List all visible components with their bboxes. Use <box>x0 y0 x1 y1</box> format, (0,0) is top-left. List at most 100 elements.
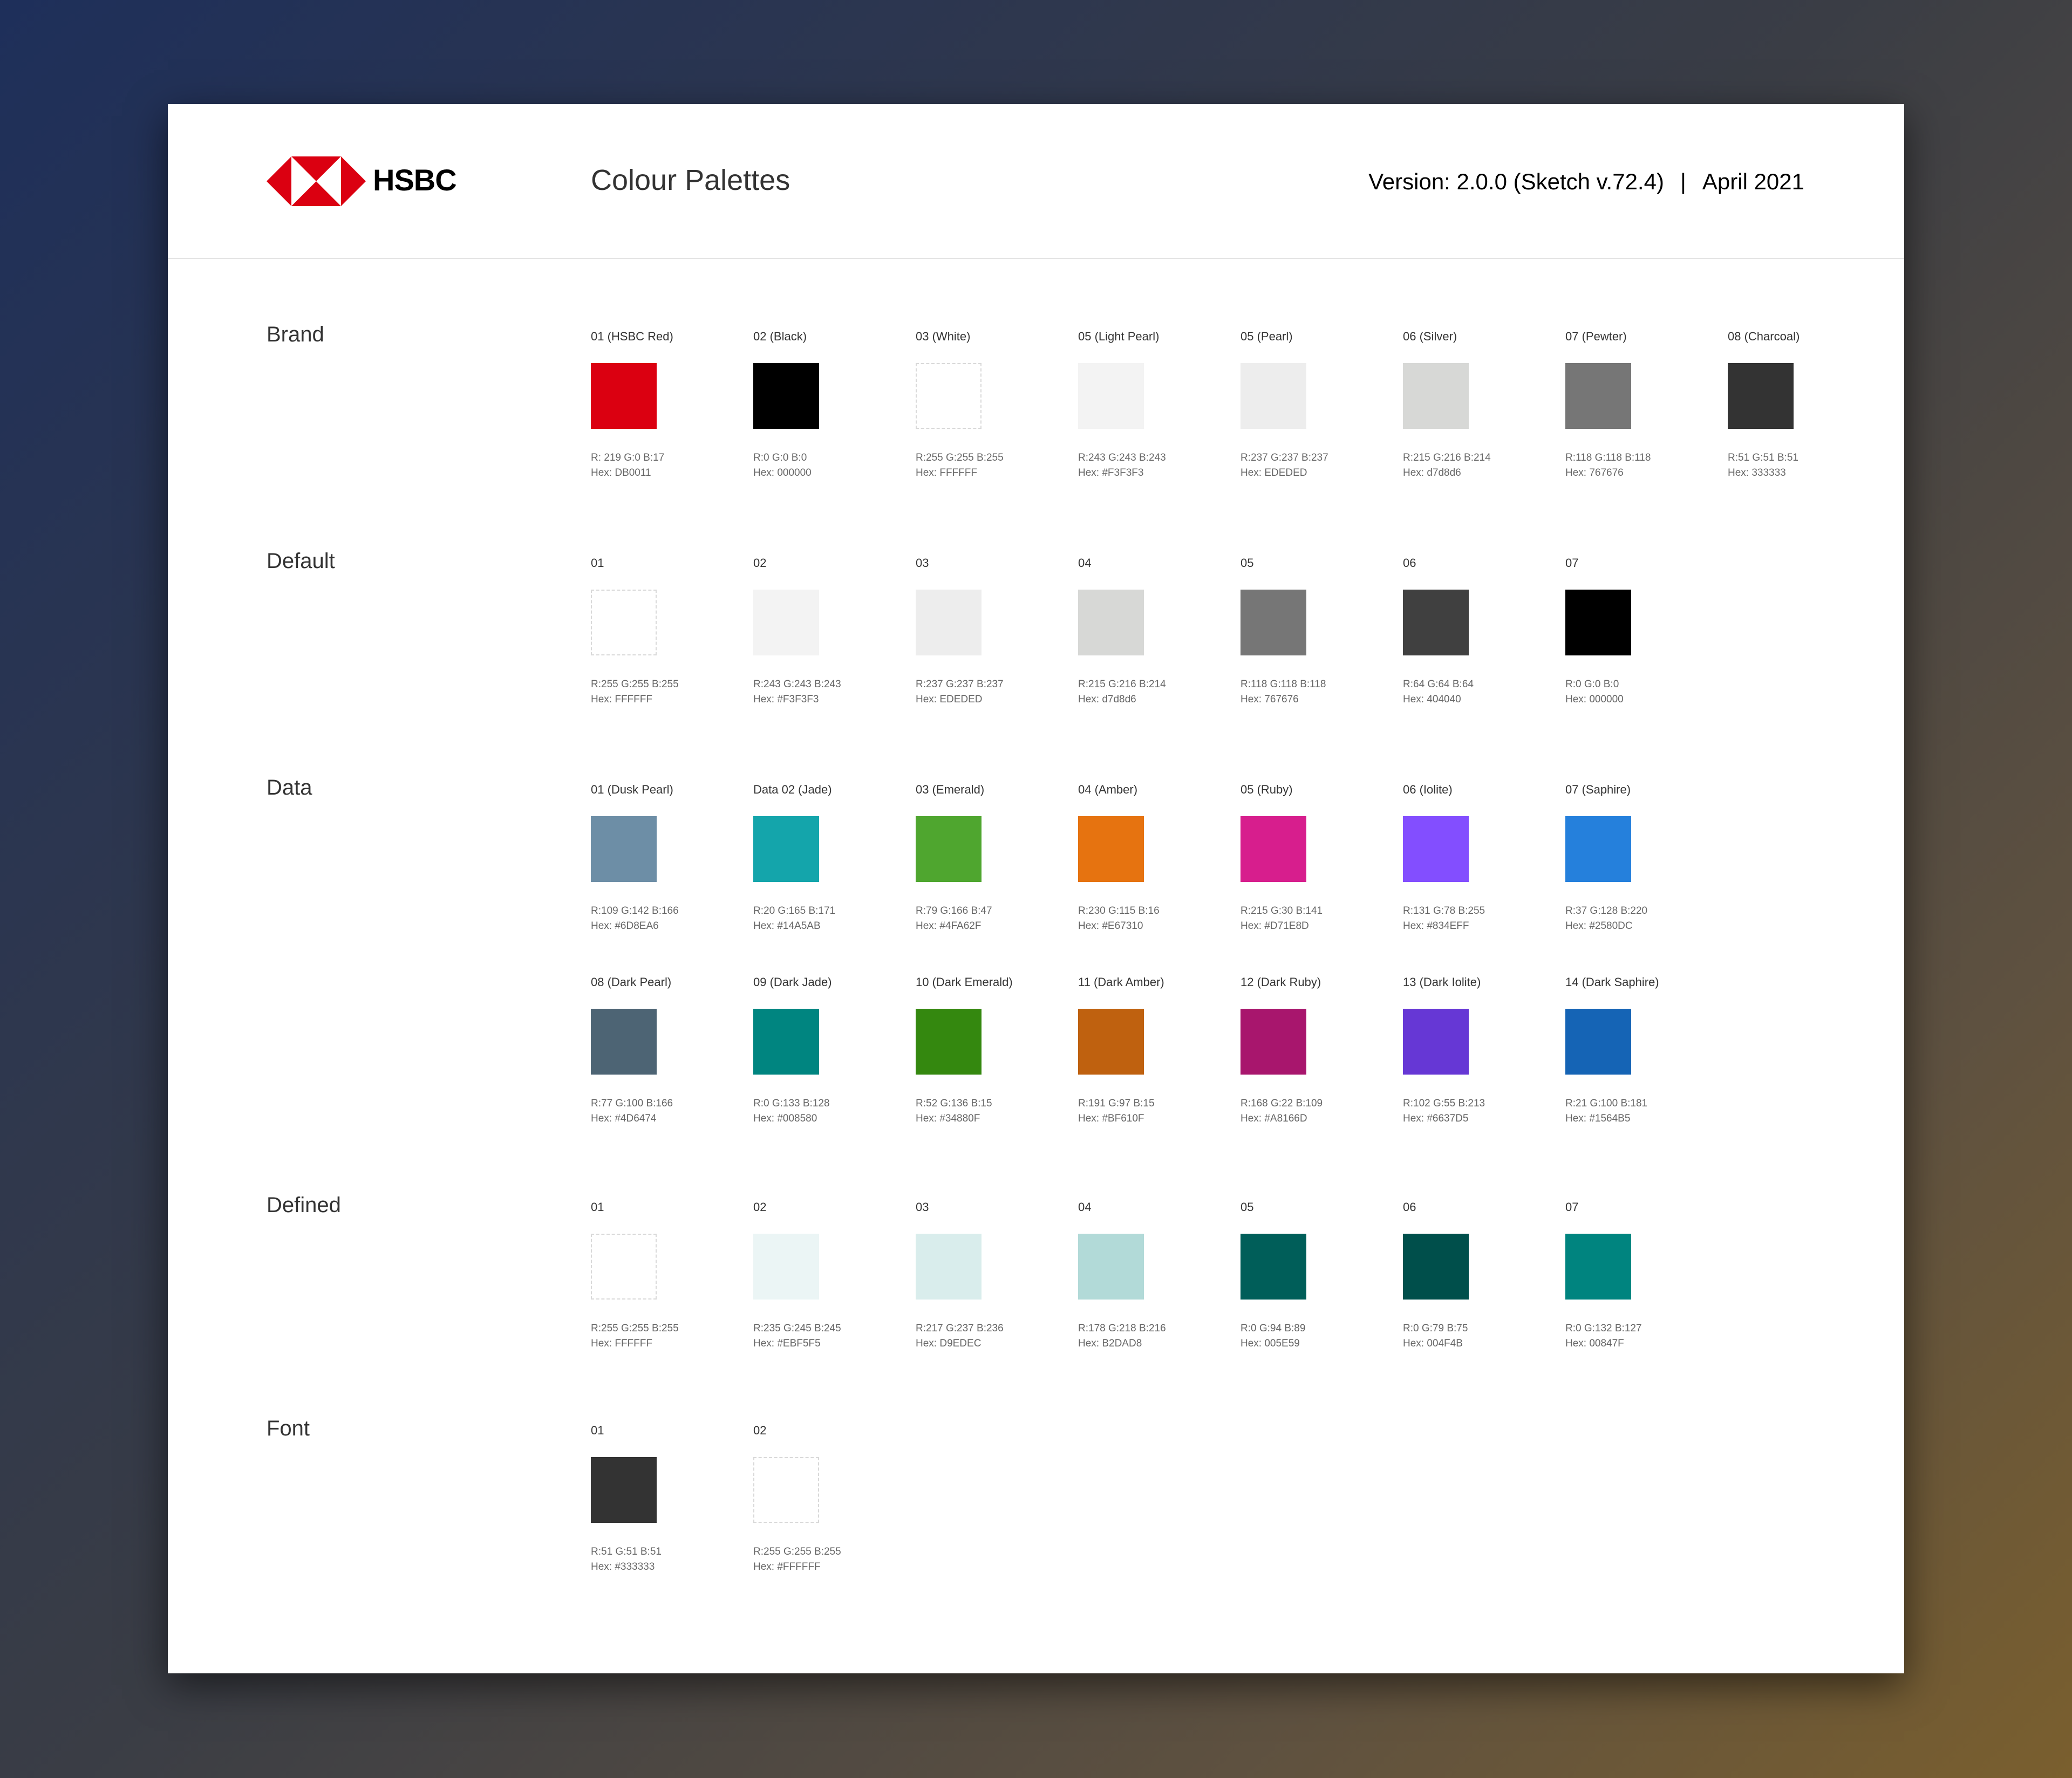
swatch-rgb-value: R:237 G:237 B:237 <box>916 679 1004 690</box>
swatch-hex-value: Hex: #E67310 <box>1078 920 1143 932</box>
swatch-color-box <box>591 1009 657 1075</box>
swatch-rgb-value: R:217 G:237 B:236 <box>916 1323 1004 1334</box>
swatch-name: 07 (Pewter) <box>1565 330 1627 343</box>
swatch-rgb-value: R:235 G:245 B:245 <box>753 1323 841 1334</box>
swatch-rgb-value: R:237 G:237 B:237 <box>1241 452 1328 463</box>
swatch-color-box <box>1403 816 1469 882</box>
swatch-hex-value: Hex: 767676 <box>1565 467 1624 478</box>
swatch-rgb-value: R:168 G:22 B:109 <box>1241 1098 1323 1109</box>
swatch-name: 06 <box>1403 556 1416 570</box>
swatch-color-box <box>916 590 982 655</box>
swatch-color-box <box>1565 1234 1631 1300</box>
swatch-rgb-value: R:255 G:255 B:255 <box>591 1323 679 1334</box>
swatch-rgb-value: R:0 G:79 B:75 <box>1403 1323 1468 1334</box>
swatch-name: 01 <box>591 556 604 570</box>
swatch-color-box <box>591 590 657 655</box>
swatch-rgb-value: R:0 G:133 B:128 <box>753 1098 830 1109</box>
swatch-name: 05 (Ruby) <box>1241 783 1293 796</box>
version-separator: | <box>1680 169 1686 194</box>
swatch-name: 10 (Dark Emerald) <box>916 975 1013 989</box>
swatch-name: 05 <box>1241 556 1254 570</box>
swatch-color-box <box>1078 1009 1144 1075</box>
swatch-color-box <box>1403 1009 1469 1075</box>
swatch-hex-value: Hex: #1564B5 <box>1565 1113 1631 1124</box>
swatch-name: 03 <box>916 556 929 570</box>
swatch-name: 14 (Dark Saphire) <box>1565 975 1659 989</box>
swatch-rgb-value: R:0 G:94 B:89 <box>1241 1323 1306 1334</box>
swatch-color-box <box>1241 1234 1306 1300</box>
swatch-color-box <box>591 816 657 882</box>
swatch-hex-value: Hex: #4D6474 <box>591 1113 657 1124</box>
swatch-hex-value: Hex: #FFFFFF <box>753 1561 821 1572</box>
swatch-color-box <box>1728 363 1794 429</box>
swatch-name: 01 <box>591 1424 604 1437</box>
section-label-defined: Defined <box>267 1193 341 1217</box>
swatch-hex-value: Hex: #6D8EA6 <box>591 920 659 932</box>
swatch-hex-value: Hex: FFFFFF <box>916 467 977 478</box>
palette-card: HSBC Colour Palettes Version: 2.0.0 (Ske… <box>168 104 1904 1673</box>
swatch-name: 02 <box>753 556 767 570</box>
swatch-color-box <box>1241 1009 1306 1075</box>
swatch-color-box <box>916 1009 982 1075</box>
swatch-color-box <box>1565 816 1631 882</box>
swatch-name: 04 <box>1078 556 1092 570</box>
swatch-rgb-value: R:178 G:218 B:216 <box>1078 1323 1166 1334</box>
swatch-rgb-value: R:118 G:118 B:118 <box>1241 679 1326 690</box>
swatch-color-box <box>591 1457 657 1523</box>
swatch-rgb-value: R: 219 G:0 B:17 <box>591 452 665 463</box>
swatch-rgb-value: R:243 G:243 B:243 <box>753 679 841 690</box>
swatch-rgb-value: R:215 G:30 B:141 <box>1241 905 1323 917</box>
swatch-name: 09 (Dark Jade) <box>753 975 832 989</box>
swatch-hex-value: Hex: #A8166D <box>1241 1113 1307 1124</box>
swatch-name: 03 (Emerald) <box>916 783 985 796</box>
section-label-brand: Brand <box>267 323 324 346</box>
swatch-color-box <box>1078 1234 1144 1300</box>
swatch-color-box <box>591 363 657 429</box>
swatch-name: 06 (Silver) <box>1403 330 1457 343</box>
swatch-color-box <box>1403 363 1469 429</box>
swatch-name: 02 (Black) <box>753 330 807 343</box>
swatch-color-box <box>591 1234 657 1300</box>
swatch-name: 05 (Pearl) <box>1241 330 1293 343</box>
version-info: Version: 2.0.0 (Sketch v.72.4) | April 202… <box>1368 169 1804 195</box>
swatch-color-box <box>753 363 819 429</box>
swatch-color-box <box>753 1457 819 1523</box>
swatch-hex-value: Hex: #834EFF <box>1403 920 1469 932</box>
swatch-rgb-value: R:109 G:142 B:166 <box>591 905 679 917</box>
swatch-rgb-value: R:255 G:255 B:255 <box>916 452 1004 463</box>
swatch-hex-value: Hex: #2580DC <box>1565 920 1633 932</box>
swatch-name: Data 02 (Jade) <box>753 783 832 796</box>
swatch-hex-value: Hex: #EBF5F5 <box>753 1338 821 1349</box>
swatch-color-box <box>753 1234 819 1300</box>
swatch-rgb-value: R:77 G:100 B:166 <box>591 1098 673 1109</box>
swatch-name: 05 <box>1241 1200 1254 1214</box>
swatch-hex-value: Hex: D9EDEC <box>916 1338 982 1349</box>
swatch-hex-value: Hex: 000000 <box>753 467 812 478</box>
swatch-name: 06 (Iolite) <box>1403 783 1453 796</box>
swatch-hex-value: Hex: #008580 <box>753 1113 817 1124</box>
swatch-hex-value: Hex: EDEDED <box>916 694 983 705</box>
swatch-color-box <box>753 590 819 655</box>
swatch-color-box <box>1241 816 1306 882</box>
swatch-color-box <box>1565 363 1631 429</box>
header: HSBC Colour Palettes Version: 2.0.0 (Ske… <box>168 104 1904 259</box>
section-label-default: Default <box>267 549 335 573</box>
swatch-rgb-value: R:118 G:118 B:118 <box>1565 452 1651 463</box>
swatch-rgb-value: R:20 G:165 B:171 <box>753 905 836 917</box>
swatch-rgb-value: R:52 G:136 B:15 <box>916 1098 992 1109</box>
swatch-name: 08 (Dark Pearl) <box>591 975 672 989</box>
swatch-hex-value: Hex: 333333 <box>1728 467 1786 478</box>
swatch-color-box <box>1565 1009 1631 1075</box>
swatch-rgb-value: R:191 G:97 B:15 <box>1078 1098 1155 1109</box>
swatch-color-box <box>916 1234 982 1300</box>
swatch-name: 02 <box>753 1200 767 1214</box>
swatch-rgb-value: R:255 G:255 B:255 <box>753 1546 841 1557</box>
swatch-hex-value: Hex: #F3F3F3 <box>1078 467 1144 478</box>
swatch-rgb-value: R:215 G:216 B:214 <box>1403 452 1491 463</box>
brand-wordmark: HSBC <box>373 163 457 197</box>
swatch-hex-value: Hex: 404040 <box>1403 694 1461 705</box>
swatch-hex-value: Hex: d7d8d6 <box>1078 694 1136 705</box>
swatch-color-box <box>753 1009 819 1075</box>
swatch-rgb-value: R:102 G:55 B:213 <box>1403 1098 1485 1109</box>
swatch-name: 01 (Dusk Pearl) <box>591 783 673 796</box>
